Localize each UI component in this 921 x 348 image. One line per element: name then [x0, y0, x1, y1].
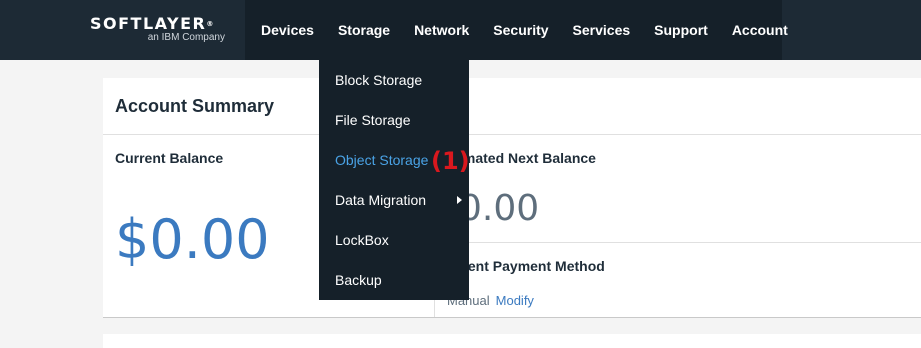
current-balance-value: $0.00: [115, 208, 270, 271]
row-divider: [435, 242, 921, 243]
next-card: [103, 334, 921, 348]
step-marker: (1): [431, 147, 470, 175]
nav-security[interactable]: Security: [481, 0, 560, 60]
menu-item-backup[interactable]: Backup: [319, 260, 469, 300]
main-nav: Devices Storage Network Security Service…: [249, 0, 800, 60]
menu-item-block-storage[interactable]: Block Storage: [319, 60, 469, 100]
next-balance-value: 0.00: [459, 188, 540, 229]
softlayer-logo[interactable]: SOFTLAYER® an IBM Company: [90, 15, 225, 44]
current-balance-label: Current Balance: [115, 150, 224, 166]
menu-item-data-migration-label: Data Migration: [335, 192, 427, 208]
submenu-arrow-icon: [457, 196, 462, 204]
account-summary-title: Account Summary: [115, 96, 275, 116]
logo-wordmark: SOFTLAYER®: [90, 14, 214, 33]
nav-support[interactable]: Support: [642, 0, 720, 60]
account-summary-header: Account Summary: [103, 78, 921, 135]
account-summary-body: Current Balance $0.00 imated Next Balanc…: [103, 135, 921, 318]
nav-services[interactable]: Services: [561, 0, 643, 60]
payment-method-label: rrent Payment Method: [457, 258, 605, 274]
logo-tagline: an IBM Company: [147, 32, 225, 43]
menu-item-lockbox[interactable]: LockBox: [319, 220, 469, 260]
menu-item-data-migration[interactable]: Data Migration: [319, 180, 469, 220]
next-balance-label: imated Next Balance: [459, 150, 596, 166]
top-navigation-bar: SOFTLAYER® an IBM Company Devices Storag…: [0, 0, 921, 60]
storage-dropdown-menu: Block Storage File Storage Object Storag…: [319, 60, 469, 300]
nav-network[interactable]: Network: [402, 0, 481, 60]
modify-payment-link[interactable]: Modify: [496, 293, 534, 308]
nav-devices[interactable]: Devices: [249, 0, 326, 60]
menu-item-file-storage[interactable]: File Storage: [319, 100, 469, 140]
nav-account[interactable]: Account: [720, 0, 800, 60]
nav-storage[interactable]: Storage: [326, 0, 402, 60]
